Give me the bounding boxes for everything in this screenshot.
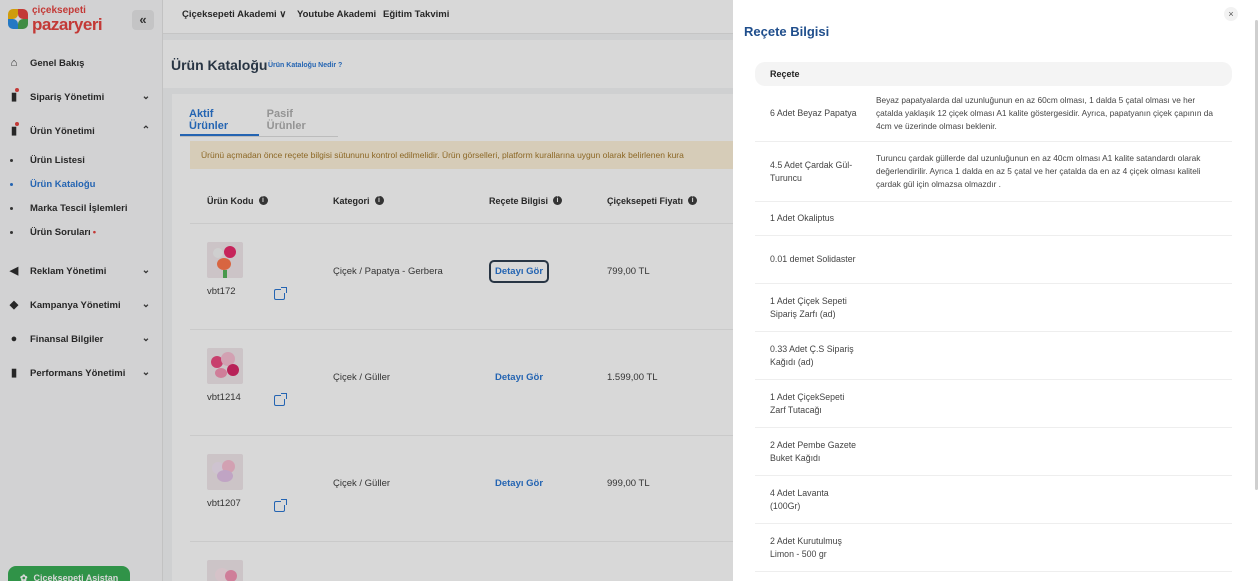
modal-backdrop[interactable]: [0, 0, 733, 581]
recete-row: 6 Adet Beyaz Papatya Beyaz papatyalarda …: [755, 86, 1232, 142]
recete-item-name: 0.33 Adet Ç.S Sipariş Kağıdı (ad): [770, 343, 854, 367]
recete-item-desc: Beyaz papatyalarda dal uzunluğunun en az…: [876, 95, 1213, 131]
recete-row: 0.33 Adet Ç.S Sipariş Kağıdı (ad): [755, 332, 1232, 380]
recete-item-name: 4 Adet Lavanta (100Gr): [770, 487, 829, 511]
recete-row: 1 Adet Çiçek Sepeti Sipariş Zarfı (ad): [755, 284, 1232, 332]
recete-item-name: 2 Adet Kurutulmuş Limon - 500 gr: [770, 535, 842, 559]
recete-item-name: 1 Adet Okaliptus: [770, 213, 835, 223]
recete-row: 1 Adet ÇiçekSepeti Zarf Tutacağı: [755, 380, 1232, 428]
drawer-scrollbar[interactable]: [1255, 20, 1258, 490]
recete-drawer: Reçete Bilgisi × Reçete 6 Adet Beyaz Pap…: [733, 0, 1259, 581]
recete-row: 2 Adet Kurutulmuş Limon - 500 gr: [755, 524, 1232, 572]
recete-row: 0.01 demet Solidaster: [755, 236, 1232, 284]
recete-item-desc: Turuncu çardak güllerde dal uzunluğunun …: [876, 153, 1201, 189]
recete-item-name: 4.5 Adet Çardak Gül-Turuncu: [770, 159, 853, 183]
recete-header: Reçete: [755, 62, 1232, 86]
recete-row: 4.5 Adet Çardak Gül-Turuncu Turuncu çard…: [755, 142, 1232, 202]
close-button[interactable]: ×: [1224, 7, 1238, 21]
recete-row: 2 Adet Pembe Gazete Buket Kağıdı: [755, 428, 1232, 476]
recete-item-name: 1 Adet Çiçek Sepeti Sipariş Zarfı (ad): [770, 295, 847, 319]
recete-item-name: 6 Adet Beyaz Papatya: [770, 108, 857, 118]
recete-table: Reçete 6 Adet Beyaz Papatya Beyaz papaty…: [755, 62, 1232, 572]
recete-item-name: 1 Adet ÇiçekSepeti Zarf Tutacağı: [770, 391, 845, 415]
recete-item-name: 0.01 demet Solidaster: [770, 254, 856, 264]
recete-row: 1 Adet Okaliptus: [755, 202, 1232, 236]
recete-item-name: 2 Adet Pembe Gazete Buket Kağıdı: [770, 439, 857, 463]
drawer-title: Reçete Bilgisi: [744, 24, 830, 39]
recete-row: 4 Adet Lavanta (100Gr): [755, 476, 1232, 524]
